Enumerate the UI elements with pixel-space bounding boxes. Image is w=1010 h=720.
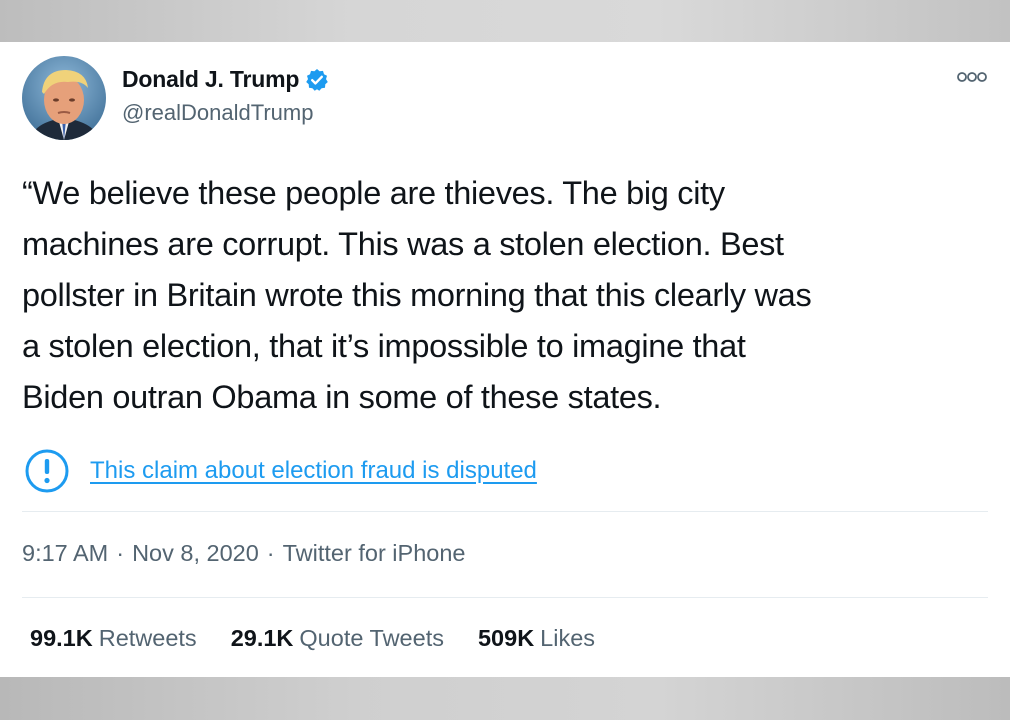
- tweet-time[interactable]: 9:17 AM: [22, 540, 108, 566]
- separator: ·: [116, 540, 125, 566]
- top-photo-border: [0, 0, 1010, 42]
- tweet-date[interactable]: Nov 8, 2020: [132, 540, 259, 566]
- likes-stat[interactable]: 509K Likes: [478, 625, 595, 652]
- likes-count: 509K: [477, 625, 535, 651]
- divider: [22, 511, 988, 512]
- tweet-metadata: 9:17 AM · Nov 8, 2020 · Twitter for iPhone: [22, 540, 465, 567]
- more-options-icon[interactable]: [956, 70, 988, 84]
- bottom-photo-border: [0, 677, 1010, 720]
- disputed-claim-link[interactable]: This claim about election fraud is dispu…: [90, 457, 537, 485]
- retweets-stat[interactable]: 99.1K Retweets: [30, 625, 197, 652]
- tweet-line: machines are corrupt. This was a stolen …: [22, 226, 784, 262]
- tweet-text: “We believe these people are thieves. Th…: [22, 168, 982, 423]
- likes-label: Likes: [540, 625, 596, 651]
- quote-tweets-label: Quote Tweets: [299, 625, 444, 651]
- tweet-card: Donald J. Trump @realDonaldTrump “We bel…: [0, 42, 1010, 677]
- author-handle[interactable]: @realDonaldTrump: [122, 100, 313, 126]
- retweets-label: Retweets: [98, 625, 197, 651]
- quote-tweets-count: 29.1K: [230, 625, 294, 651]
- divider: [22, 597, 988, 598]
- author-name[interactable]: Donald J. Trump: [122, 66, 299, 93]
- tweet-source[interactable]: Twitter for iPhone: [283, 540, 466, 566]
- tweet-line: Biden outran Obama in some of these stat…: [22, 379, 662, 415]
- tweet-stats: 99.1K Retweets 29.1K Quote Tweets 509K Like…: [30, 625, 629, 652]
- quote-tweets-stat[interactable]: 29.1K Quote Tweets: [231, 625, 444, 652]
- tweet-line: “We believe these people are thieves. Th…: [22, 175, 725, 211]
- avatar[interactable]: [22, 56, 106, 140]
- separator: ·: [266, 540, 275, 566]
- verified-badge-icon: [305, 68, 329, 92]
- retweets-count: 99.1K: [30, 625, 93, 651]
- tweet-line: pollster in Britain wrote this morning t…: [22, 277, 812, 313]
- disputed-claim-notice: This claim about election fraud is dispu…: [24, 448, 537, 494]
- tweet-line: a stolen election, that it’s impossible …: [22, 328, 746, 364]
- exclamation-circle-icon: [24, 448, 70, 494]
